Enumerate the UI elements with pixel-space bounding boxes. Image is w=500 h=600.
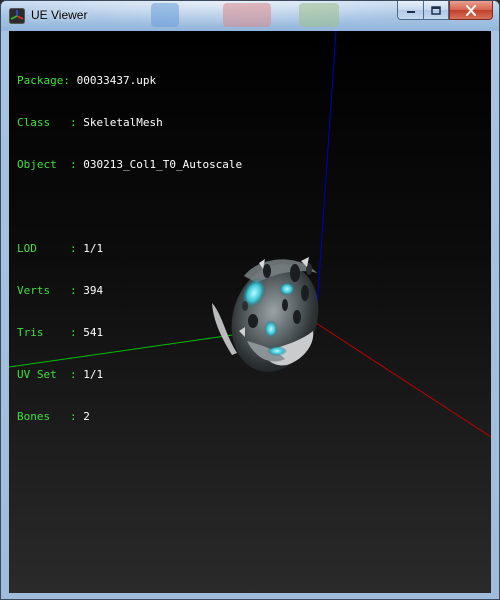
- minimize-button[interactable]: [397, 1, 423, 20]
- axis-y-line: [315, 31, 337, 324]
- close-button[interactable]: [449, 1, 493, 20]
- info-class-row: Class : SkeletalMesh: [17, 116, 242, 130]
- info-tris-label: Tris :: [17, 326, 84, 339]
- info-package-value: 00033437.upk: [76, 74, 157, 87]
- 3d-viewport[interactable]: Package: 00033437.upk Class : SkeletalMe…: [9, 31, 491, 593]
- axis-x-line: [315, 322, 491, 438]
- info-object-row: Object : 030213_Col1_T0_Autoscale: [17, 158, 242, 172]
- info-verts-row: Verts : 394: [17, 284, 242, 298]
- minimize-icon: [406, 11, 415, 13]
- info-lod-label: LOD :: [17, 242, 84, 255]
- maximize-icon: [431, 5, 441, 15]
- info-verts-value: 394: [83, 284, 104, 297]
- caption-buttons: [397, 1, 493, 20]
- info-tris-value: 541: [83, 326, 104, 339]
- window-title: UE Viewer: [31, 8, 88, 22]
- info-package-label: Package:: [17, 74, 77, 87]
- title-bar[interactable]: UE Viewer: [1, 1, 499, 31]
- info-uvset-label: UV Set :: [17, 368, 84, 381]
- background-window-glimpse: [223, 3, 271, 27]
- info-uvset-value: 1/1: [83, 368, 104, 381]
- info-class-value: SkeletalMesh: [83, 116, 163, 129]
- info-class-label: Class :: [17, 116, 84, 129]
- info-lod-row: LOD : 1/1: [17, 242, 242, 256]
- close-icon: [466, 4, 476, 16]
- info-tris-row: Tris : 541: [17, 326, 242, 340]
- ue-viewer-window: UE Viewer Package: 00033437.upk Class: …: [0, 0, 500, 600]
- info-package-row: Package: 00033437.upk: [17, 74, 242, 88]
- info-bones-row: Bones : 2: [17, 410, 242, 424]
- ue-viewer-app-icon: [9, 8, 25, 24]
- background-window-glimpse: [299, 3, 339, 27]
- info-bones-label: Bones :: [17, 410, 84, 423]
- info-object-value: 030213_Col1_T0_Autoscale: [83, 158, 243, 171]
- mesh-info-overlay: Package: 00033437.upk Class : SkeletalMe…: [17, 46, 242, 452]
- info-uvset-row: UV Set : 1/1: [17, 368, 242, 382]
- info-lod-value: 1/1: [83, 242, 104, 255]
- maximize-button[interactable]: [423, 1, 449, 20]
- info-object-label: Object :: [17, 158, 84, 171]
- info-bones-value: 2: [83, 410, 90, 423]
- info-verts-label: Verts :: [17, 284, 84, 297]
- background-window-glimpse: [151, 3, 179, 27]
